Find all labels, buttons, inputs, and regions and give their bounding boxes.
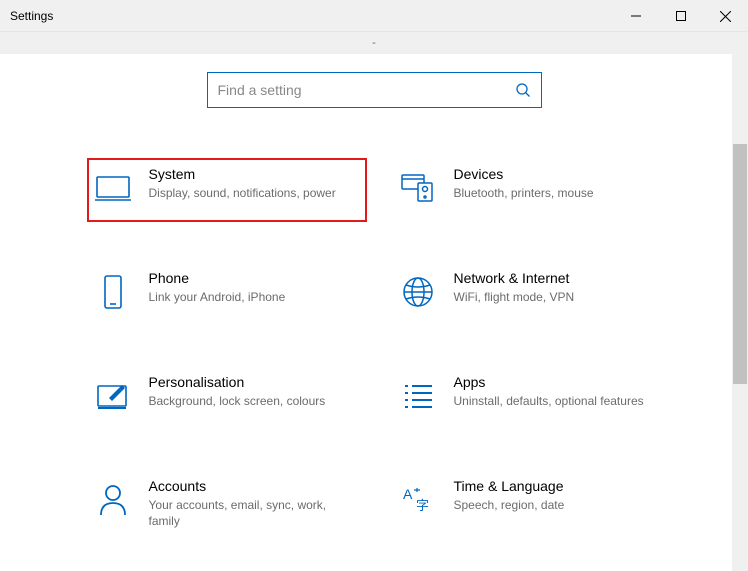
svg-text:A: A [403, 486, 413, 502]
settings-grid: System Display, sound, notifications, po… [77, 158, 672, 537]
personalisation-icon [95, 378, 131, 414]
titlebar: Settings [0, 0, 748, 32]
maximize-button[interactable] [658, 0, 703, 32]
time-language-icon: A 字 [400, 482, 436, 518]
tile-title: System [149, 166, 359, 182]
tile-phone[interactable]: Phone Link your Android, iPhone [87, 262, 367, 326]
devices-icon [400, 170, 436, 206]
tile-desc: Bluetooth, printers, mouse [454, 185, 664, 201]
tile-title: Devices [454, 166, 664, 182]
window-controls [613, 0, 748, 31]
tile-devices[interactable]: Devices Bluetooth, printers, mouse [392, 158, 672, 222]
tile-title: Apps [454, 374, 664, 390]
window-title: Settings [10, 9, 53, 23]
tile-title: Accounts [149, 478, 359, 494]
tile-desc: Uninstall, defaults, optional features [454, 393, 664, 409]
scrollbar-thumb[interactable] [733, 144, 747, 384]
phone-icon [95, 274, 131, 310]
tile-desc: Speech, region, date [454, 497, 664, 513]
tile-desc: Display, sound, notifications, power [149, 185, 359, 201]
apps-icon [400, 378, 436, 414]
search-input[interactable] [218, 82, 515, 98]
search-icon [515, 82, 531, 98]
tile-desc: Background, lock screen, colours [149, 393, 359, 409]
tile-network[interactable]: Network & Internet WiFi, flight mode, VP… [392, 262, 672, 326]
tile-accounts[interactable]: Accounts Your accounts, email, sync, wor… [87, 470, 367, 537]
minimize-button[interactable] [613, 0, 658, 32]
tile-desc: WiFi, flight mode, VPN [454, 289, 664, 305]
tile-desc: Link your Android, iPhone [149, 289, 359, 305]
network-icon [400, 274, 436, 310]
tile-personalisation[interactable]: Personalisation Background, lock screen,… [87, 366, 367, 430]
tile-title: Phone [149, 270, 359, 286]
tile-title: Personalisation [149, 374, 359, 390]
subheader: - [0, 32, 748, 54]
tile-title: Network & Internet [454, 270, 664, 286]
tile-title: Time & Language [454, 478, 664, 494]
tile-system[interactable]: System Display, sound, notifications, po… [87, 158, 367, 222]
system-icon [95, 170, 131, 206]
svg-text:字: 字 [416, 498, 429, 513]
tile-desc: Your accounts, email, sync, work, family [149, 497, 359, 529]
search-box[interactable] [207, 72, 542, 108]
close-button[interactable] [703, 0, 748, 32]
accounts-icon [95, 482, 131, 518]
tile-apps[interactable]: Apps Uninstall, defaults, optional featu… [392, 366, 672, 430]
tile-time-language[interactable]: A 字 Time & Language Speech, region, date [392, 470, 672, 537]
scrollbar[interactable] [732, 54, 748, 571]
